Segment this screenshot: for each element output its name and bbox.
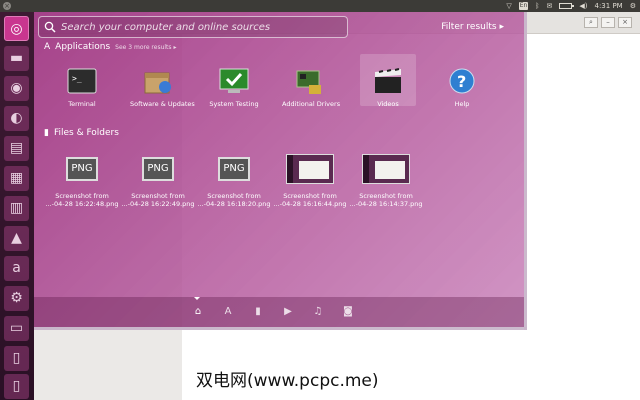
files-section-title: Files & Folders bbox=[53, 128, 119, 138]
search-icon[interactable]: ⌕ bbox=[584, 17, 598, 28]
bluetooth-icon[interactable]: ᛒ bbox=[535, 0, 539, 12]
png-file-icon: PNG bbox=[134, 154, 182, 184]
app-label: Videos bbox=[377, 100, 399, 108]
search-icon bbox=[44, 21, 56, 33]
network-icon[interactable]: ▽ bbox=[506, 0, 511, 12]
file-tile[interactable]: Screenshot from ...-04-28 16:16:44.png bbox=[272, 150, 348, 208]
lens-bar: ⌂ A ▮ ▶ ♫ ◙ bbox=[34, 297, 524, 327]
app-label: Terminal bbox=[68, 100, 96, 108]
svg-text:?: ? bbox=[457, 72, 466, 91]
amazon-launcher-icon[interactable]: a bbox=[4, 256, 29, 281]
app-label: Software & Updates bbox=[130, 100, 195, 108]
video-lens-icon[interactable]: ▶ bbox=[281, 305, 295, 319]
applications-lens-icon[interactable]: A bbox=[221, 305, 235, 319]
app-tile-videos[interactable]: Videos bbox=[360, 54, 416, 108]
watermark-text: 双电网(www.pcpc.me) bbox=[196, 371, 379, 391]
files-launcher-icon[interactable]: ▬ bbox=[4, 46, 29, 71]
launcher: ◎ ▬ ◉ ◐ ▤ ▦ ▥ ▲ a ⚙ ▭ ▯ ▯ bbox=[0, 12, 34, 400]
photo-lens-icon[interactable]: ◙ bbox=[341, 305, 355, 319]
help-icon: ? bbox=[446, 66, 478, 96]
battery-icon[interactable] bbox=[559, 3, 575, 9]
applications-section-title: Applications bbox=[55, 42, 111, 52]
chevron-right-icon: ▸ bbox=[499, 22, 504, 32]
file-name-line2: ...-04-28 16:16:44.png bbox=[273, 200, 347, 208]
spreadsheet-launcher-icon[interactable]: ▦ bbox=[4, 166, 29, 191]
trash-launcher-icon[interactable]: ▯ bbox=[4, 346, 29, 371]
png-badge: PNG bbox=[218, 157, 250, 181]
launcher-item-icon[interactable]: ▯ bbox=[4, 374, 29, 399]
files-lens-icon[interactable]: ▮ bbox=[251, 305, 265, 319]
screenshot-thumbnail-icon bbox=[362, 154, 410, 184]
file-name-line1: Screenshot from bbox=[207, 192, 261, 200]
top-panel: × ▽ En ᛒ ✉ ◀) 4:31 PM ⚙ bbox=[0, 0, 640, 12]
search-input[interactable] bbox=[61, 19, 343, 35]
app-label: System Testing bbox=[209, 100, 259, 108]
see-more-results-label: See 3 more results bbox=[115, 43, 172, 51]
file-tile[interactable]: Screenshot from ...-04-28 16:14:37.png bbox=[348, 150, 424, 208]
file-category-icon: ▮ bbox=[44, 128, 49, 138]
app-label: Additional Drivers bbox=[282, 100, 341, 108]
search-box bbox=[38, 16, 348, 38]
dash-overlay: Filter results ▸ A Applications See 3 mo… bbox=[34, 12, 527, 330]
system-testing-icon bbox=[218, 66, 250, 96]
files-section-header: ▮ Files & Folders bbox=[44, 128, 119, 138]
file-name-line2: ...-04-28 16:22:48.png bbox=[45, 200, 119, 208]
app-tile-help[interactable]: ? Help bbox=[434, 58, 490, 108]
close-dash-button[interactable]: × bbox=[3, 2, 11, 10]
png-badge: PNG bbox=[66, 157, 98, 181]
file-tile[interactable]: PNG Screenshot from ...-04-28 16:18:20.p… bbox=[196, 150, 272, 208]
keyboard-layout-indicator[interactable]: En bbox=[518, 2, 529, 10]
home-lens-icon[interactable]: ⌂ bbox=[191, 305, 205, 319]
file-tile[interactable]: PNG Screenshot from ...-04-28 16:22:48.p… bbox=[44, 150, 120, 208]
software-updates-icon bbox=[142, 66, 174, 96]
file-name-line1: Screenshot from bbox=[283, 192, 337, 200]
see-more-results-link[interactable]: See 3 more results ▸ bbox=[115, 44, 176, 51]
file-name-line2: ...-04-28 16:14:37.png bbox=[349, 200, 423, 208]
applications-section-header: A Applications See 3 more results ▸ bbox=[44, 42, 176, 52]
screenshot-thumbnail-icon bbox=[286, 154, 334, 184]
svg-text:>_: >_ bbox=[72, 74, 82, 83]
terminal-icon: >_ bbox=[66, 66, 98, 96]
videos-icon bbox=[372, 66, 404, 96]
png-badge: PNG bbox=[142, 157, 174, 181]
music-lens-icon[interactable]: ♫ bbox=[311, 305, 325, 319]
filter-results-label: Filter results bbox=[441, 22, 497, 32]
browser-launcher-icon[interactable]: ◉ bbox=[4, 76, 29, 101]
close-icon[interactable]: × bbox=[618, 17, 632, 28]
background-window-controls: ⌕ – × bbox=[584, 17, 632, 28]
file-name-line2: ...-04-28 16:22:49.png bbox=[121, 200, 195, 208]
png-file-icon: PNG bbox=[210, 154, 258, 184]
volume-icon[interactable]: ◀) bbox=[579, 0, 587, 12]
file-name-line1: Screenshot from bbox=[359, 192, 413, 200]
presentation-launcher-icon[interactable]: ▥ bbox=[4, 196, 29, 221]
panel-indicators: ▽ En ᛒ ✉ ◀) 4:31 PM ⚙ bbox=[506, 0, 636, 12]
gear-icon[interactable]: ⚙ bbox=[630, 0, 636, 12]
browser-launcher-icon-2[interactable]: ◐ bbox=[4, 106, 29, 131]
screenshot-thumbnail bbox=[286, 154, 334, 184]
screenshot-thumbnail bbox=[362, 154, 410, 184]
mail-icon[interactable]: ✉ bbox=[547, 0, 553, 12]
workspace-launcher-icon[interactable]: ▭ bbox=[4, 316, 29, 341]
filter-results-button[interactable]: Filter results ▸ bbox=[441, 22, 504, 32]
dash-home-icon[interactable]: ◎ bbox=[4, 16, 29, 41]
app-tile-software-updates[interactable]: Software & Updates bbox=[130, 58, 195, 108]
applications-category-icon: A bbox=[44, 42, 51, 52]
app-tile-terminal[interactable]: >_ Terminal bbox=[54, 58, 110, 108]
app-tile-additional-drivers[interactable]: Additional Drivers bbox=[282, 58, 341, 108]
active-lens-indicator bbox=[194, 297, 200, 300]
app-tile-system-testing[interactable]: System Testing bbox=[206, 58, 262, 108]
file-name-line1: Screenshot from bbox=[131, 192, 185, 200]
file-name-line2: ...-04-28 16:18:20.png bbox=[197, 200, 271, 208]
png-file-icon: PNG bbox=[58, 154, 106, 184]
software-center-launcher-icon[interactable]: ▲ bbox=[4, 226, 29, 251]
app-label: Help bbox=[454, 100, 470, 108]
clock[interactable]: 4:31 PM bbox=[595, 0, 623, 12]
document-launcher-icon[interactable]: ▤ bbox=[4, 136, 29, 161]
file-tile[interactable]: PNG Screenshot from ...-04-28 16:22:49.p… bbox=[120, 150, 196, 208]
additional-drivers-icon bbox=[294, 66, 326, 96]
file-name-line1: Screenshot from bbox=[55, 192, 109, 200]
minimize-icon[interactable]: – bbox=[601, 17, 615, 28]
system-settings-launcher-icon[interactable]: ⚙ bbox=[4, 286, 29, 311]
